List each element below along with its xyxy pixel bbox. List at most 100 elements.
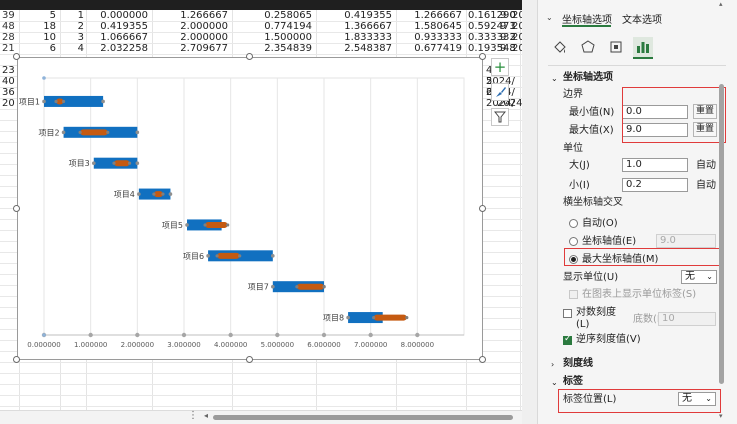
log-base-input[interactable]: 10: [658, 312, 716, 326]
table-cell[interactable]: 0.161290: [468, 10, 516, 21]
tab-text-options[interactable]: 文本选项: [622, 11, 662, 26]
resize-handle-bottom-right[interactable]: [479, 356, 486, 363]
grid-line: [0, 395, 522, 396]
axis-end-marker: [42, 333, 46, 337]
row-number: 39: [2, 10, 15, 21]
axis-tick-mark: [135, 332, 140, 338]
size-properties-icon[interactable]: [606, 37, 626, 57]
table-cell[interactable]: 0.258065: [248, 10, 312, 21]
log-scale-checkbox[interactable]: [563, 309, 572, 318]
more-icon[interactable]: ⋮: [188, 410, 198, 421]
resize-handle-top-left[interactable]: [13, 53, 20, 60]
section-labels[interactable]: 标签: [563, 376, 583, 388]
table-cell[interactable]: 1.266667: [166, 10, 228, 21]
resize-handle-bottom[interactable]: [246, 356, 253, 363]
cross-auto-label[interactable]: 自动(O): [582, 218, 618, 230]
chevron-down-icon[interactable]: ⌄: [546, 12, 553, 24]
table-cell[interactable]: 0.419355: [330, 10, 392, 21]
table-cell[interactable]: 3: [70, 32, 84, 43]
resize-handle-top[interactable]: [246, 53, 253, 60]
table-cell[interactable]: 1.500000: [248, 32, 312, 43]
resize-handle-right[interactable]: [479, 205, 486, 212]
bar-marker: [135, 161, 140, 165]
scroll-down-icon[interactable]: ▾: [719, 412, 723, 420]
fill-line-icon[interactable]: [550, 37, 570, 57]
major-auto-label[interactable]: 自动: [696, 160, 716, 172]
table-cell[interactable]: 1.066667: [90, 32, 148, 43]
table-cell[interactable]: 2.032258: [90, 43, 148, 54]
cross-value-radio[interactable]: [569, 237, 578, 246]
table-cell[interactable]: 9: [500, 21, 506, 32]
table-cell[interactable]: 10: [40, 32, 56, 43]
cross-value-label[interactable]: 坐标轴值(E): [582, 236, 636, 248]
table-cell[interactable]: 0.933333: [406, 32, 462, 43]
tab-axis-options[interactable]: 坐标轴选项: [562, 11, 612, 26]
chart-elements-button[interactable]: +: [491, 58, 509, 76]
display-units-select[interactable]: 无 ⌄: [681, 270, 717, 284]
chart-filters-button[interactable]: [491, 108, 509, 126]
resize-handle-bottom-left[interactable]: [13, 356, 20, 363]
grid-line: [0, 54, 522, 55]
table-cell[interactable]: 2024/: [512, 43, 522, 54]
grid-line: [0, 406, 522, 407]
table-cell[interactable]: 0.677419: [406, 43, 462, 54]
table-cell[interactable]: 0.419355: [90, 21, 148, 32]
resize-handle-left[interactable]: [13, 205, 20, 212]
horizontal-scrollbar[interactable]: [213, 415, 513, 420]
section-tick-marks[interactable]: 刻度线: [563, 358, 593, 370]
table-cell[interactable]: 4: [70, 43, 84, 54]
table-cell[interactable]: 9: [500, 10, 506, 21]
table-cell[interactable]: 2.000000: [166, 21, 228, 32]
log-scale-label[interactable]: 对数刻度(L): [576, 307, 624, 331]
reverse-order-checkbox[interactable]: [563, 334, 572, 345]
minor-auto-label[interactable]: 自动: [696, 180, 716, 192]
collapse-icon[interactable]: ⌄: [551, 73, 558, 85]
table-cell[interactable]: 0.592473: [468, 21, 516, 32]
x-tick-label: 5.000000: [261, 341, 294, 349]
table-cell[interactable]: 9: [500, 32, 506, 43]
table-cell[interactable]: 5: [40, 10, 56, 21]
table-cell[interactable]: 1.366667: [330, 21, 392, 32]
table-cell[interactable]: 1.833333: [330, 32, 392, 43]
scroll-left-icon[interactable]: ◂: [204, 411, 208, 420]
effects-icon[interactable]: [578, 37, 598, 57]
chart-styles-button[interactable]: [491, 83, 509, 101]
table-cell[interactable]: 2024/: [512, 10, 522, 21]
axis-tick-mark: [88, 332, 93, 338]
bar-marker: [238, 254, 242, 258]
table-cell[interactable]: 0.333333: [468, 32, 516, 43]
table-cell[interactable]: 0.774194: [248, 21, 312, 32]
table-cell[interactable]: 2.354839: [248, 43, 312, 54]
table-cell[interactable]: 2.548387: [330, 43, 392, 54]
table-cell[interactable]: 2024/: [512, 21, 522, 32]
resize-handle-top-right[interactable]: [479, 53, 486, 60]
table-row: 48 18 2 0.419355 2.000000 0.774194 1.366667 1.5…: [0, 21, 522, 32]
table-cell[interactable]: 2.709677: [166, 43, 228, 54]
table-cell[interactable]: 2.000000: [166, 32, 228, 43]
gantt-chart[interactable]: 0.000000 1.000000 2.000000 3.000000 4.000000…: [17, 57, 483, 360]
expand-icon[interactable]: ›: [551, 359, 554, 371]
section-axis-options[interactable]: 坐标轴选项: [563, 72, 613, 84]
table-cell[interactable]: 6: [40, 43, 56, 54]
major-unit-input[interactable]: 1.0: [622, 158, 688, 172]
show-units-checkbox[interactable]: [569, 290, 578, 299]
table-cell[interactable]: 18: [40, 21, 56, 32]
cross-auto-radio[interactable]: [569, 219, 578, 228]
table-cell[interactable]: 9: [500, 43, 506, 54]
axis-end-marker: [42, 76, 46, 80]
minor-unit-input[interactable]: 0.2: [622, 178, 688, 192]
x-tick-label: 3.000000: [167, 341, 200, 349]
table-cell[interactable]: 2024/: [512, 32, 522, 43]
table-cell[interactable]: 2: [70, 21, 84, 32]
table-cell[interactable]: 0.000000: [90, 10, 148, 21]
reverse-order-label[interactable]: 逆序刻度值(V): [576, 334, 641, 346]
plot-area: [43, 77, 465, 336]
axis-options-icon[interactable]: [633, 37, 653, 59]
table-cell[interactable]: 1: [70, 10, 84, 21]
scroll-up-icon[interactable]: ▴: [719, 0, 723, 8]
cross-value-input[interactable]: 9.0: [656, 234, 716, 248]
collapse-icon[interactable]: ⌄: [551, 377, 558, 389]
pane-scrollbar[interactable]: [719, 84, 724, 384]
table-cell[interactable]: 1.266667: [406, 10, 462, 21]
table-cell[interactable]: 1.580645: [406, 21, 462, 32]
